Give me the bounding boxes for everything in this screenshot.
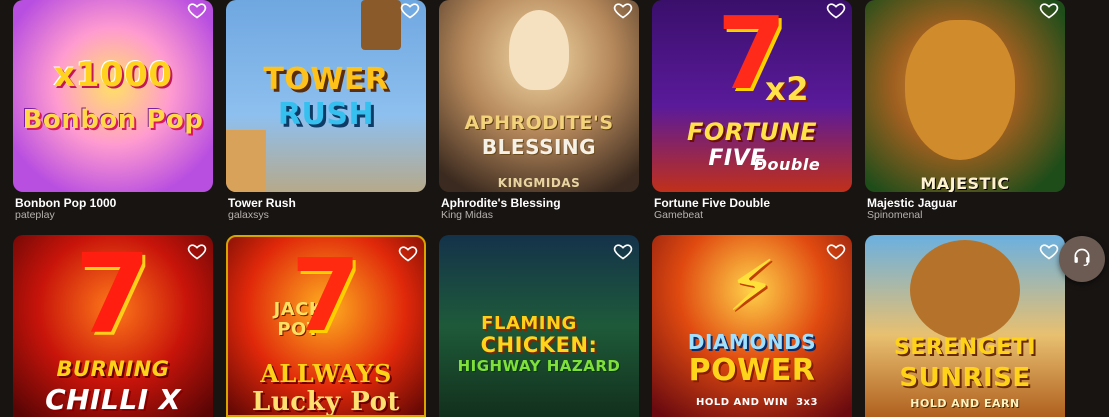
art-logo-top: TOWER [263,62,389,97]
art-logo-bottom: RUSH [277,97,375,132]
game-thumbnail[interactable]: ⚡ DIAMONDS POWER HOLD AND WIN 3x3 [652,235,852,417]
game-thumbnail[interactable]: SERENGETI SUNRISE HOLD AND EARN [865,235,1065,417]
game-thumbnail[interactable]: JACK POT 7 ALLWAYS Lucky Pot [226,235,426,417]
game-card-burning-chilli-x[interactable]: 7 BURNING CHILLI X [13,235,213,417]
game-thumbnail[interactable]: 7 BURNING CHILLI X [13,235,213,417]
favorite-heart-icon[interactable] [1039,0,1059,20]
favorite-heart-icon[interactable] [400,0,420,20]
art-seven: 7 [74,235,152,358]
game-card-majestic-jaguar[interactable]: MAJESTIC Majestic Jaguar Spinomenal [865,0,1065,221]
headset-icon [1072,247,1092,272]
game-thumbnail[interactable]: x1000 Bonbon Pop [13,0,213,192]
art-building [226,130,266,192]
art-logo-bottom: Double [753,155,821,174]
art-seven: 7 [290,237,362,354]
game-card-allways-lucky-pot[interactable]: JACK POT 7 ALLWAYS Lucky Pot [226,235,426,417]
game-thumbnail[interactable]: FLAMING CHICKEN: HIGHWAY HAZARD [439,235,639,417]
art-logo-bottom: CHILLI X [45,383,181,416]
favorite-heart-icon[interactable] [613,0,633,20]
art-logo-bottom: Lucky Pot [252,387,400,417]
art-jaguar [905,20,1015,160]
game-card-tower-rush[interactable]: TOWER RUSH Tower Rush galaxsys [226,0,426,221]
favorite-heart-icon[interactable] [826,241,846,261]
art-multiplier: x1000 [53,55,173,95]
favorite-heart-icon[interactable] [187,0,207,20]
game-thumbnail[interactable]: TOWER RUSH [226,0,426,192]
art-logo-top: DIAMONDS [687,330,817,354]
art-subtitle: HOLD AND EARN [910,397,1020,410]
art-logo-bottom: HIGHWAY HAZARD [457,357,621,375]
art-bolt: ⚡ [727,245,777,327]
art-goddess [509,10,569,90]
game-thumbnail[interactable]: APHRODITE'S BLESSING KINGMIDAS [439,0,639,192]
game-card-serengeti-sunrise[interactable]: SERENGETI SUNRISE HOLD AND EARN [865,235,1065,417]
support-chat-button[interactable] [1059,236,1105,282]
game-card-fortune-five-double[interactable]: 7 x2 FORTUNE FIVE Double Fortune Five Do… [652,0,852,221]
favorite-heart-icon[interactable] [398,243,418,263]
art-logo-bottom: SUNRISE [899,363,1031,393]
game-title[interactable]: Aphrodite's Blessing [441,196,561,210]
art-lion [910,240,1020,340]
art-logo-bottom: POWER [688,353,816,388]
game-provider: galaxsys [228,209,269,221]
favorite-heart-icon[interactable] [1039,241,1059,261]
game-card-aphrodites-blessing[interactable]: APHRODITE'S BLESSING KINGMIDAS Aphrodite… [439,0,639,221]
game-provider: Gamebeat [654,209,704,221]
art-logo-mid: CHICKEN: [480,333,598,357]
game-thumbnail[interactable]: MAJESTIC [865,0,1065,192]
game-provider: Spinomenal [867,209,923,221]
art-logo-bottom: BLESSING [481,135,597,159]
art-logo-top: ALLWAYS [260,359,392,388]
art-logo: MAJESTIC [920,174,1010,192]
game-card-bonbon-pop[interactable]: x1000 Bonbon Pop Bonbon Pop 1000 patepla… [13,0,213,221]
favorite-heart-icon[interactable] [187,241,207,261]
art-logo-top: APHRODITE'S [464,112,614,134]
game-provider: King Midas [441,209,493,221]
art-logo-top: FORTUNE [686,118,818,146]
game-title[interactable]: Tower Rush [228,196,296,210]
game-title[interactable]: Majestic Jaguar [867,196,957,210]
art-logo-top: BURNING [56,357,170,381]
game-title[interactable]: Fortune Five Double [654,196,770,210]
art-logo: Bonbon Pop [22,105,204,135]
art-logo-top: SERENGETI [893,335,1037,360]
game-card-diamonds-power[interactable]: ⚡ DIAMONDS POWER HOLD AND WIN 3x3 [652,235,852,417]
game-title[interactable]: Bonbon Pop 1000 [15,196,116,210]
art-grid-size: 3x3 [796,397,818,408]
games-grid: x1000 Bonbon Pop Bonbon Pop 1000 patepla… [0,0,1109,417]
game-thumbnail[interactable]: 7 x2 FORTUNE FIVE Double [652,0,852,192]
art-brand: KINGMIDAS [497,176,581,190]
game-provider: pateplay [15,209,55,221]
favorite-heart-icon[interactable] [613,241,633,261]
art-crate [361,0,401,50]
game-card-flaming-chicken[interactable]: FLAMING CHICKEN: HIGHWAY HAZARD [439,235,639,417]
favorite-heart-icon[interactable] [826,0,846,20]
art-multiplier: x2 [765,70,809,108]
art-logo-top: FLAMING [481,313,577,334]
